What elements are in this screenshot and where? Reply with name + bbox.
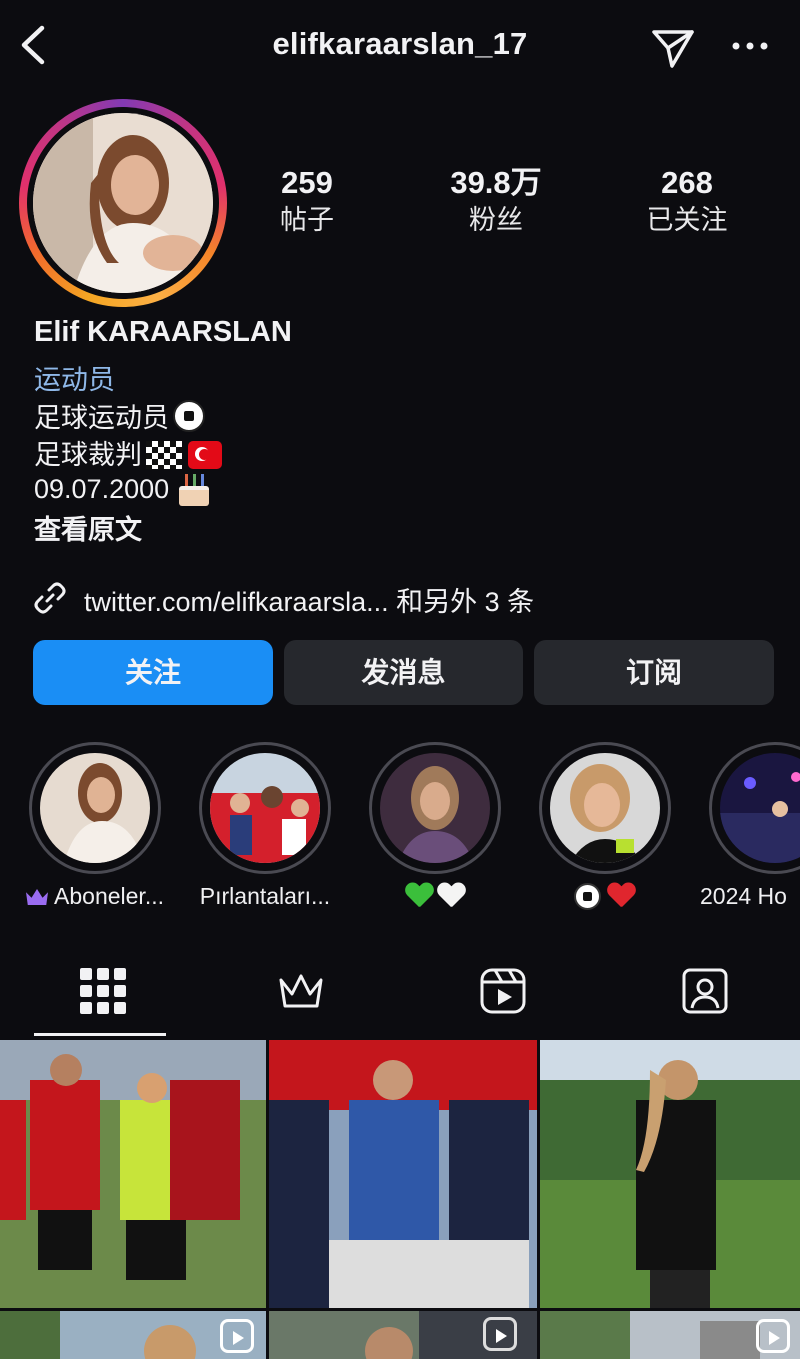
more-options-icon[interactable]	[730, 36, 770, 56]
highlight-label-pirlantalari: Pırlantaları...	[199, 883, 331, 909]
posts-label: 帖子	[280, 205, 334, 235]
reel-badge-icon	[220, 1319, 254, 1353]
birthday-cake-icon	[177, 472, 211, 506]
highlight-cover-image	[210, 753, 320, 863]
highlight-cover-image	[40, 753, 150, 863]
highlight-football[interactable]	[539, 742, 671, 874]
highlight-label-subscribers: Aboneler...	[10, 883, 180, 910]
avatar	[33, 113, 213, 293]
soccer-ball-icon	[573, 883, 601, 910]
grid-post-6[interactable]	[540, 1311, 800, 1359]
bio-line-2: 足球裁判	[34, 433, 222, 472]
grid-post-3[interactable]	[540, 1040, 800, 1308]
grid-post-5[interactable]	[269, 1311, 537, 1359]
send-icon[interactable]	[650, 24, 696, 70]
message-button[interactable]: 发消息	[284, 640, 523, 705]
tagged-icon[interactable]	[680, 966, 730, 1016]
highlight-subscribers[interactable]	[29, 742, 161, 874]
soccer-ball-icon	[173, 400, 205, 432]
subscribe-button[interactable]: 订阅	[534, 640, 774, 705]
stat-posts[interactable]: 259 帖子	[222, 164, 392, 238]
stat-followers[interactable]: 39.8万 粉丝	[411, 164, 581, 238]
grid-post-1[interactable]	[0, 1040, 266, 1308]
bio-line-2-text: 足球裁判	[34, 440, 142, 470]
post-image	[0, 1040, 266, 1308]
turkey-flag-icon	[188, 441, 222, 469]
stat-following[interactable]: 268 已关注	[602, 164, 772, 238]
story-ring[interactable]	[19, 99, 227, 307]
highlight-cover	[550, 753, 660, 863]
highlight-cover	[210, 753, 320, 863]
followers-count: 39.8万	[450, 165, 542, 200]
highlight-hearts[interactable]	[369, 742, 501, 874]
followers-label: 粉丝	[469, 205, 523, 235]
bio-line-3: 09.07.2000	[34, 472, 211, 506]
green-heart-icon	[405, 883, 433, 909]
reel-badge-icon	[756, 1319, 790, 1353]
avatar-photo-image	[33, 113, 213, 293]
reels-icon[interactable]	[478, 966, 528, 1016]
following-count: 268	[661, 165, 713, 200]
highlight-cover	[40, 753, 150, 863]
highlight-cover-image	[720, 753, 800, 863]
link-icon	[34, 582, 66, 614]
highlight-cover-image	[380, 753, 490, 863]
red-heart-icon	[607, 883, 635, 909]
highlight-label-2024: 2024 Ho	[700, 883, 787, 909]
crown-icon[interactable]	[276, 966, 326, 1016]
bio-line-1: 足球运动员	[34, 396, 205, 435]
full-name: Elif KARAARSLAN	[34, 316, 292, 348]
highlight-cover-image	[550, 753, 660, 863]
profile-page: elifkaraarslan_17 259 帖子 39.8万 粉丝 268 已关…	[0, 0, 800, 1359]
crown-icon	[26, 889, 49, 905]
highlight-label-hearts	[350, 883, 520, 911]
highlight-2024[interactable]	[709, 742, 800, 874]
highlight-label-football	[520, 883, 690, 911]
highlight-1-text: Aboneler...	[54, 883, 164, 909]
bio-line-1-text: 足球运动员	[34, 403, 169, 433]
post-image	[269, 1040, 537, 1308]
reel-badge-icon	[483, 1317, 517, 1351]
highlight-pirlantalari[interactable]	[199, 742, 331, 874]
grid-post-4[interactable]	[0, 1311, 266, 1359]
active-tab-indicator	[34, 1033, 166, 1036]
highlight-cover	[720, 753, 800, 863]
highlight-cover	[380, 753, 490, 863]
see-original-link[interactable]: 查看原文	[34, 508, 142, 547]
link-text: twitter.com/elifkaraarsla... 和另外 3 条	[84, 587, 535, 617]
grid-icon[interactable]	[78, 966, 128, 1016]
follow-button[interactable]: 关注	[33, 640, 273, 705]
grid-post-2[interactable]	[269, 1040, 537, 1308]
top-bar: elifkaraarslan_17	[0, 0, 800, 95]
checkered-flag-icon	[146, 441, 182, 469]
bio-line-3-text: 09.07.2000	[34, 474, 170, 504]
post-image	[540, 1040, 800, 1308]
following-label: 已关注	[646, 205, 728, 235]
white-heart-icon	[437, 883, 465, 909]
posts-count: 259	[281, 165, 333, 200]
category-label: 运动员	[34, 365, 115, 395]
